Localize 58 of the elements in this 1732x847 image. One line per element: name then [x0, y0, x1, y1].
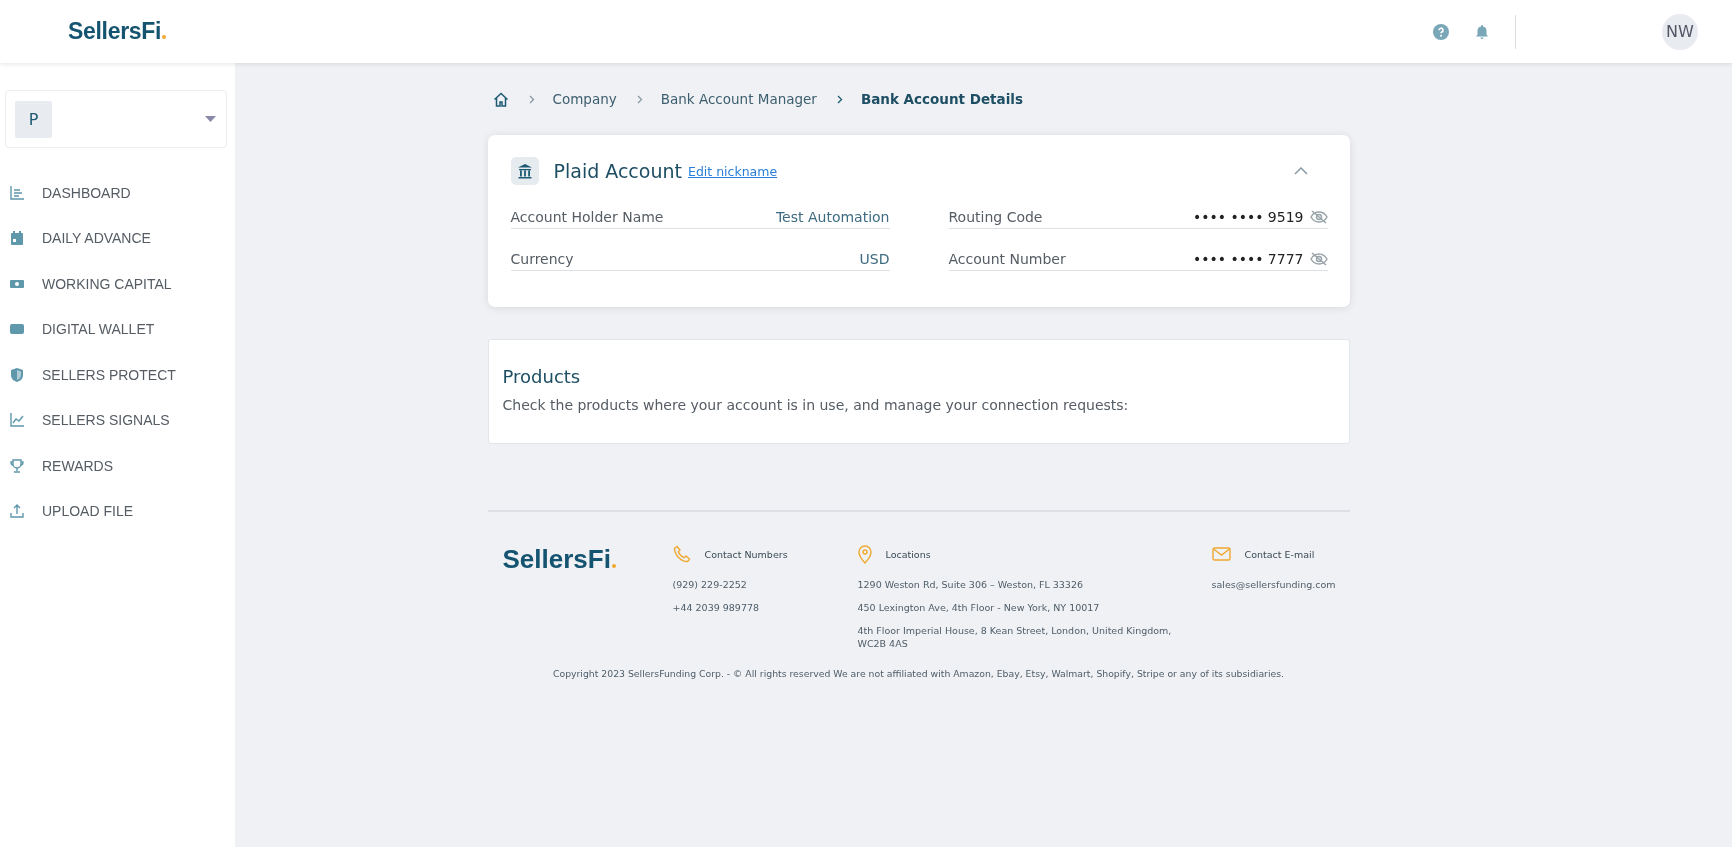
chevron-icon: [636, 94, 643, 104]
bank-icon: [510, 157, 539, 185]
field-value: USD: [859, 251, 890, 267]
nav-item[interactable]: DAILY ADVANCE: [0, 215, 235, 261]
products-title: Products: [502, 366, 582, 387]
field-label: Currency: [510, 251, 575, 267]
chevron-icon: [528, 94, 535, 104]
bell-icon[interactable]: [1475, 23, 1489, 40]
edit-nickname-link[interactable]: Edit nickname: [688, 163, 778, 179]
line-chart-icon: [9, 412, 25, 429]
footer-heading: Contact Numbers: [704, 548, 788, 560]
home-icon[interactable]: [492, 91, 509, 107]
breadcrumb-link[interactable]: Bank Account Details: [860, 91, 1023, 107]
caret-icon: [205, 116, 216, 122]
envelope-icon: [1211, 547, 1231, 561]
footer-text: +44 2039 989778: [672, 600, 761, 615]
breadcrumb-link[interactable]: Bank Account Manager: [660, 91, 817, 107]
footer-text: 1290 Weston Rd, Suite 306 – Weston, FL 33326: [857, 578, 1084, 592]
help-icon[interactable]: [1433, 23, 1449, 40]
nav-item[interactable]: DIGITAL WALLET: [0, 306, 235, 352]
nav-item[interactable]: DASHBOARD: [0, 170, 235, 216]
phone-icon: [672, 545, 691, 563]
nav-item[interactable]: WORKING CAPITAL: [0, 261, 235, 307]
upload-icon: [9, 503, 25, 520]
chevron-icon[interactable]: [1293, 167, 1308, 175]
nav-item[interactable]: UPLOAD FILE: [0, 488, 235, 534]
eye-slash-icon[interactable]: [1309, 210, 1328, 224]
field-value: •••• •••• 9519: [1192, 209, 1304, 225]
field-value: Test Automation: [775, 209, 890, 225]
eye-slash-icon[interactable]: [1309, 252, 1328, 266]
products-description: Check the products where your account is in use, and manage your connection requests:: [502, 397, 1130, 413]
logo: SellersFi: [68, 18, 167, 45]
trophy-icon: [9, 457, 25, 474]
location-pin-icon: [857, 544, 872, 564]
field-value: •••• •••• 7777: [1192, 251, 1304, 267]
copyright-text: Copyright 2023 SellersFunding Corp. - © All rights reserved We are not affiliated with Amazon, Ebay, Etsy, Walmart, Shopify, Stripe or any of its subsidiaries.: [551, 668, 1286, 680]
footer-text: sales@sellersfunding.com: [1211, 578, 1336, 592]
nav-item[interactable]: SELLERS PROTECT: [0, 352, 235, 398]
field-label: Routing Code: [948, 209, 1044, 225]
breadcrumb-link[interactable]: Company: [552, 91, 617, 107]
account-selector[interactable]: P: [5, 90, 227, 148]
calendar-icon: [9, 230, 25, 247]
field-label: Account Holder Name: [510, 209, 665, 225]
shield-icon: [9, 366, 25, 383]
footer-heading: Contact E-mail: [1244, 548, 1315, 560]
account-initial: P: [15, 100, 52, 138]
chevron-icon: [836, 94, 843, 104]
nav-item[interactable]: SELLERS SIGNALS: [0, 397, 235, 443]
field-label: Account Number: [948, 251, 1067, 267]
nav-item[interactable]: REWARDS: [0, 443, 235, 489]
footer-logo: SellersFi: [487, 544, 673, 575]
footer-text: 4th Floor Imperial House, 8 Kean Street, London, United Kingdom, WC2B 4AS: [857, 623, 1173, 652]
user-avatar[interactable]: NW: [1662, 13, 1698, 50]
account-title: Plaid Account: [553, 160, 682, 182]
footer-text: (929) 229-2252: [672, 578, 748, 592]
footer-heading: Locations: [885, 548, 931, 560]
chart-icon: [9, 184, 25, 201]
footer-text: 450 Lexington Ave, 4th Floor - New York, NY 10017: [857, 600, 1101, 615]
